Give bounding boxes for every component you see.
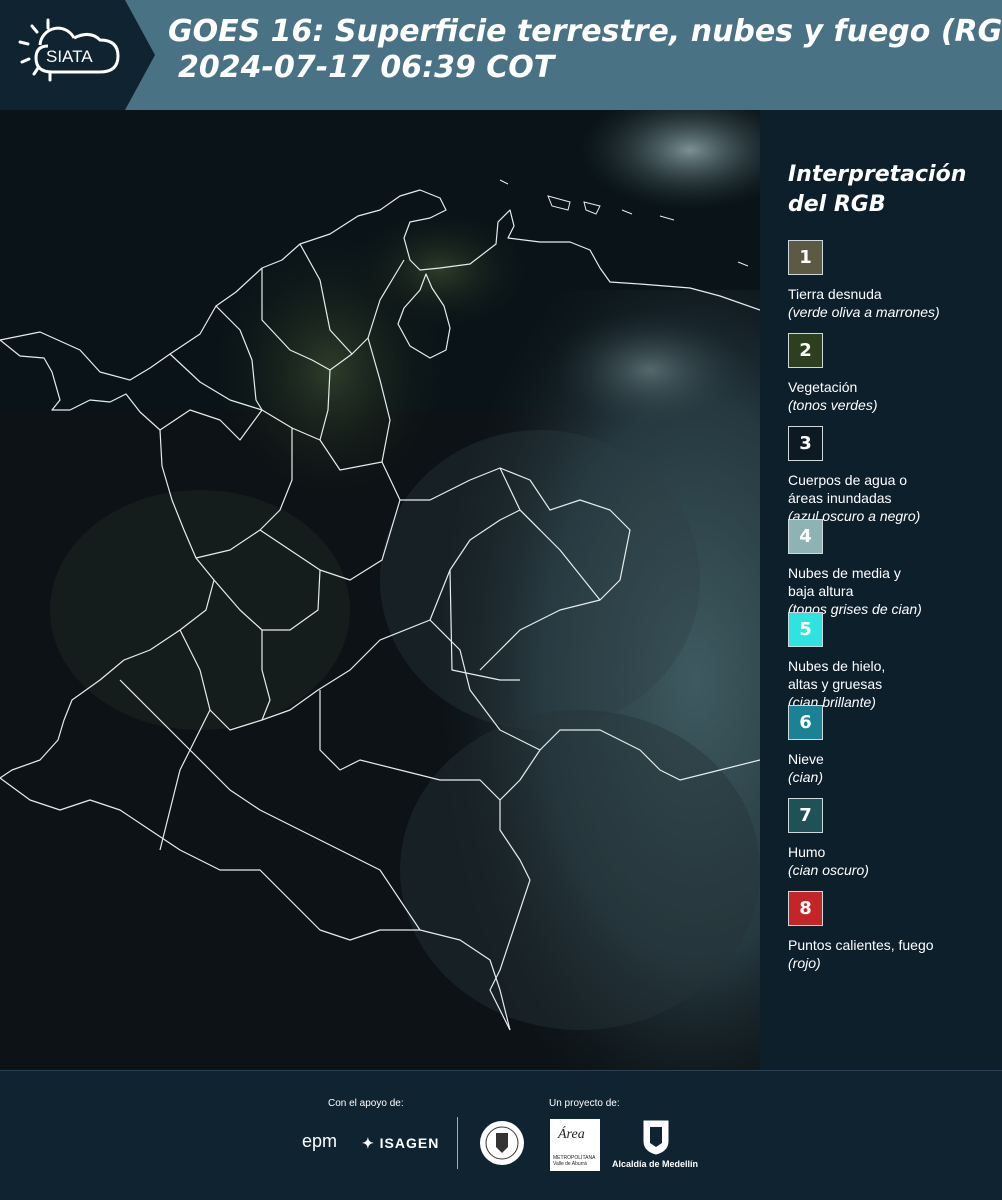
isagen-logo: ✦ ISAGEN [362,1135,440,1151]
legend-title: Interpretación del RGB [788,162,967,217]
isagen-mark-icon: ✦ [362,1135,380,1151]
support-label: Con el apoyo de: [328,1098,404,1109]
legend-label: Tierra desnuda (verde oliva a marrones) [788,285,998,321]
legend-item: 5 Nubes de hielo, altas y gruesas (cian bri… [788,612,993,710]
alcaldia-shield-icon [643,1120,669,1155]
legend-label: Nubes de hielo, altas y gruesas (cian bril… [788,657,998,711]
legend-label-sub: (cian) [788,769,824,785]
legend-label-text: Humo [788,844,826,860]
legend-label: Vegetación (tonos verdes) [788,378,998,414]
header-bar: SIATA GOES 16: Superficie terrestre, nub… [0,0,1002,110]
legend-swatch: 4 [788,519,823,554]
legend-label-text: Nubes de hielo, altas y gruesas [788,658,886,692]
legend-item: 8 Puntos calientes, fuego (rojo) [788,891,993,984]
legend-label: Cuerpos de agua o áreas inundadas (azul os… [788,471,998,525]
title-line-2: 2024-07-17 06:39 COT [178,50,555,85]
legend-swatch: 1 [788,240,823,275]
legend-label-text: Cuerpos de agua o áreas inundadas [788,472,908,506]
legend-label-text: Tierra desnuda [788,286,882,302]
legend-swatch: 5 [788,612,823,647]
legend-label: Nubes de media y baja altura (tonos grises… [788,564,998,618]
legend-label-text: Nubes de media y baja altura [788,565,901,599]
svg-text:SIATA: SIATA [46,47,93,66]
legend-swatch: 3 [788,426,823,461]
legend-label-sub: (cian oscuro) [788,862,869,878]
legend-item: 1 Tierra desnuda (verde oliva a marrones) [788,240,993,333]
legend-label-sub: (verde oliva a marrones) [788,304,940,320]
legend-label-sub: (rojo) [788,955,821,971]
legend-swatch: 8 [788,891,823,926]
legend-label-text: Puntos calientes, fuego [788,937,934,953]
legend-item: 2 Vegetación (tonos verdes) [788,333,993,426]
legend-label-text: Vegetación [788,379,858,395]
legend-swatch: 2 [788,333,823,368]
area-metropolitana-logo: Área METROPOLITANA Valle de Aburrá [550,1119,600,1171]
legend-swatch: 6 [788,705,823,740]
title-line-1: GOES 16: Superficie terrestre, nubes y f… [168,14,1002,49]
legend-item: 4 Nubes de media y baja altura (tonos grise… [788,519,993,617]
page-title: GOES 16: Superficie terrestre, nubes y f… [168,14,1002,86]
satellite-map [0,110,760,1070]
legend-item: 6 Nieve (cian) [788,705,993,798]
legend-label-sub: (tonos verdes) [788,397,878,413]
footer-divider [457,1117,458,1169]
epm-logo: epm [302,1131,338,1151]
siata-logo: SIATA [0,0,155,110]
alcaldia-label: Alcaldía de Medellín [612,1159,699,1169]
footer: Con el apoyo de: Un proyecto de: epm ✦ I… [0,1070,1002,1200]
legend-item: 3 Cuerpos de agua o áreas inundadas (azul o… [788,426,993,524]
legend-label-text: Nieve [788,751,824,767]
legend-label: Humo (cian oscuro) [788,843,998,879]
project-label: Un proyecto de: [549,1098,620,1109]
legend-label: Nieve (cian) [788,750,998,786]
rgb-legend: Interpretación del RGB 1 Tierra desnuda (v… [788,160,993,984]
legend-label: Puntos calientes, fuego (rojo) [788,936,998,972]
legend-swatch: 7 [788,798,823,833]
legend-item: 7 Humo (cian oscuro) [788,798,993,891]
medellin-seal-icon [480,1121,524,1165]
